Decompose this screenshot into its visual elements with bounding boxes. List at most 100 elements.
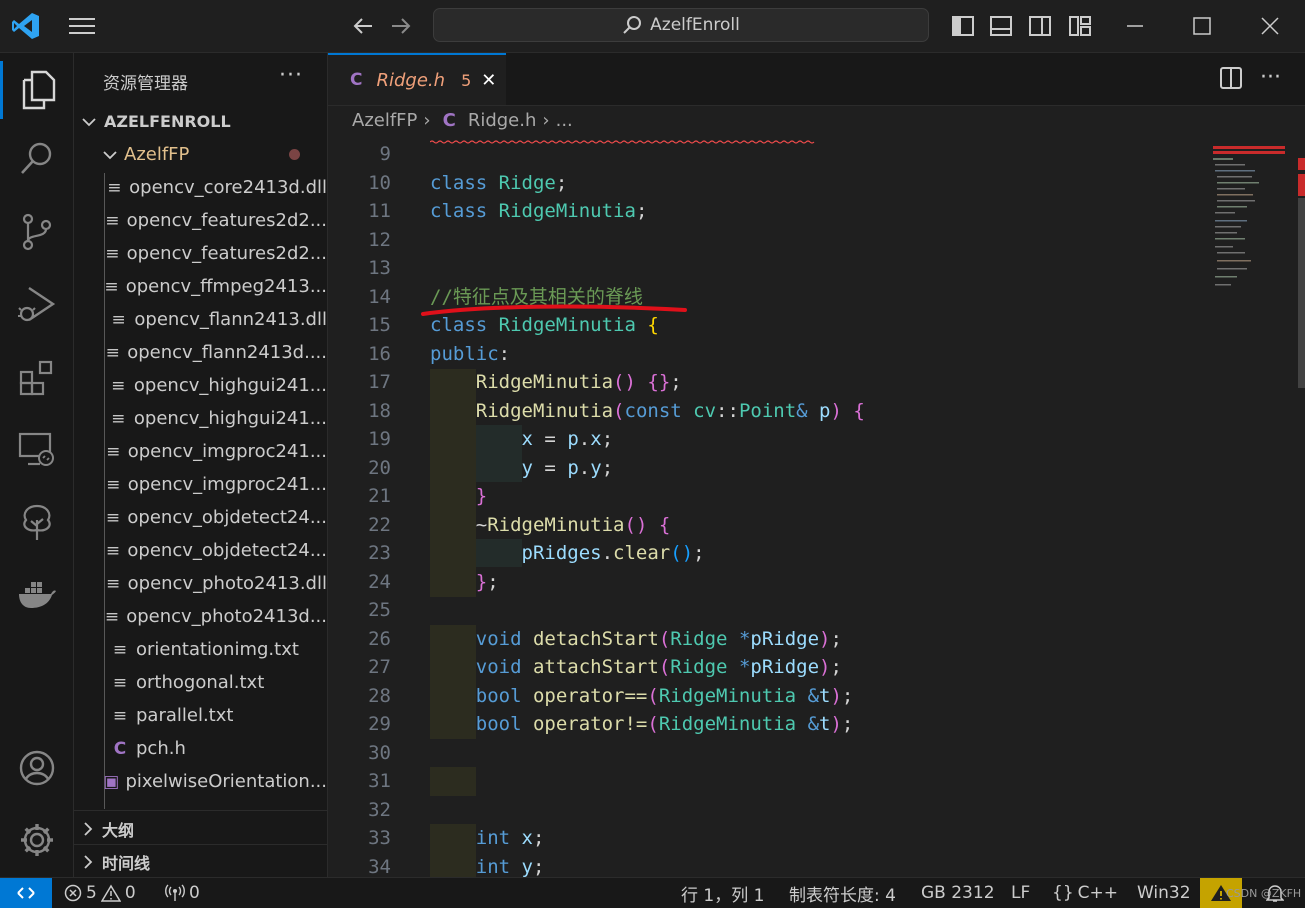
docker-icon[interactable] [0,565,73,623]
file-item[interactable]: ≡ opencv_objdetect24... [74,501,327,534]
language-mode[interactable]: {} C++ [1052,878,1118,908]
vscode-logo-icon [10,10,42,42]
image-file-icon: ▣ [103,771,120,792]
file-item[interactable]: ≡ opencv_flann2413.dll [74,303,327,336]
modified-dot-icon [289,149,300,160]
minimap[interactable] [1205,140,1305,877]
notifications-bell-icon[interactable] [1266,878,1284,908]
file-label: orientationimg.txt [136,639,299,660]
file-item[interactable]: ≡ opencv_ffmpeg2413... [74,270,327,303]
file-item[interactable]: ≡ opencv_features2d2... [74,204,327,237]
file-label: opencv_objdetect24... [127,507,327,528]
file-label: opencv_highgui241... [133,408,327,429]
cursor-position[interactable]: 行 1，列 1 [681,878,764,908]
ports-indicator[interactable]: 0 [165,878,200,908]
file-item[interactable]: ≡ opencv_imgproc241... [74,435,327,468]
file-label: opencv_highgui241... [133,375,327,396]
ports-count: 0 [189,883,200,903]
close-icon[interactable] [1254,10,1286,42]
title-bar: AzelfEnroll [0,0,1305,53]
error-count: 5 [86,883,97,903]
file-item[interactable]: ≡ opencv_photo2413.dll [74,567,327,600]
text-file-icon: ≡ [105,507,121,528]
problem-count-badge: 5 [461,70,472,90]
explorer-icon[interactable] [0,61,73,119]
language-label: C++ [1077,883,1118,903]
file-label: opencv_features2d2... [126,243,327,264]
run-debug-icon[interactable] [0,275,73,333]
file-item[interactable]: ▣ pixelwiseOrientation... [74,765,327,798]
chevron-down-icon [96,150,124,160]
text-file-icon: ≡ [111,309,126,330]
file-item[interactable]: ≡ parallel.txt [74,699,327,732]
file-item[interactable]: ≡ opencv_objdetect24... [74,534,327,567]
braces-icon: {} [1052,883,1074,903]
watermark: CSDN @ZKFH [1226,886,1302,900]
minimize-icon[interactable] [1119,10,1151,42]
workspace-root-label: AZELFENROLL [104,112,231,131]
outline-section[interactable]: 大纲 [74,812,327,845]
text-file-icon: ≡ [111,375,126,396]
tab-ridge-h[interactable]: C Ridge.h 5 ✕ [328,53,506,105]
file-item[interactable]: ≡ opencv_imgproc241... [74,468,327,501]
file-item[interactable]: ≡ opencv_highgui241... [74,402,327,435]
warning-count: 0 [124,883,136,903]
file-label: opencv_core2413d.dll [129,177,327,198]
problems-indicator[interactable]: 5 0 [64,878,136,908]
tab-close-icon[interactable]: ✕ [481,70,496,91]
toggle-secondary-sidebar-icon[interactable] [1024,10,1056,42]
timeline-label: 时间线 [102,853,151,873]
folder-azelffp[interactable]: AzelfFP [74,138,327,171]
remote-explorer-icon[interactable] [0,421,73,479]
chevron-right-icon [74,854,102,869]
file-label: opencv_photo2413d... [126,606,327,627]
sidebar-more-button[interactable]: ··· [279,63,303,88]
split-editor-icon[interactable] [1220,67,1242,89]
git-tree-icon[interactable] [0,493,73,551]
sidebar-title: 资源管理器 [103,74,188,94]
search-icon[interactable] [0,129,73,187]
end-of-line[interactable]: LF [1011,878,1030,908]
breadcrumb-file[interactable]: Ridge.h [468,110,537,131]
encoding[interactable]: GB 2312 [921,878,995,908]
file-label: pixelwiseOrientation... [125,771,327,792]
breadcrumb-folder[interactable]: AzelfFP [352,110,417,131]
menu-icon[interactable] [66,10,98,42]
text-file-icon: ≡ [106,573,121,594]
file-item[interactable]: ≡ opencv_flann2413d.... [74,336,327,369]
platform[interactable]: Win32 [1137,878,1191,908]
c-file-icon: C [113,738,127,759]
file-label: opencv_features2d2... [126,210,327,231]
error-icon [64,884,82,902]
file-item[interactable]: ≡ orientationimg.txt [74,633,327,666]
accounts-icon[interactable] [0,739,73,797]
code-editor[interactable]: 9 10 class Ridge; 11 class RidgeMinutia; 1… [328,140,1205,877]
text-file-icon: ≡ [105,243,120,264]
back-arrow-icon[interactable] [347,10,379,42]
text-file-icon: ≡ [106,441,121,462]
command-center-search[interactable]: AzelfEnroll [433,8,929,42]
toggle-panel-icon[interactable] [985,10,1017,42]
maximize-icon[interactable] [1186,10,1218,42]
source-control-icon[interactable] [0,203,73,261]
file-item[interactable]: Cpch.h [74,732,327,765]
file-item[interactable]: ≡ opencv_photo2413d... [74,600,327,633]
text-file-icon: ≡ [106,474,121,495]
customize-layout-icon[interactable] [1064,10,1096,42]
manage-gear-icon[interactable] [0,811,73,869]
file-item[interactable]: ≡ orthogonal.txt [74,666,327,699]
forward-arrow-icon[interactable] [385,10,417,42]
remote-indicator-icon[interactable] [0,878,52,908]
workspace-root[interactable]: AZELFENROLL [74,105,327,138]
editor-tab-bar: C Ridge.h 5 ✕ ··· [328,53,1305,106]
chevron-down-icon [74,117,104,127]
extensions-icon[interactable] [0,349,73,407]
tab-size[interactable]: 制表符长度: 4 [789,878,896,908]
breadcrumb-more[interactable]: ... [556,110,573,131]
file-item[interactable]: ≡ opencv_features2d2... [74,237,327,270]
more-actions-icon[interactable]: ··· [1260,65,1281,90]
file-item[interactable]: ≡ opencv_core2413d.dll [74,171,327,204]
file-item[interactable]: ≡ opencv_highgui241... [74,369,327,402]
timeline-section[interactable]: 时间线 [74,845,327,877]
toggle-primary-sidebar-icon[interactable] [947,10,979,42]
